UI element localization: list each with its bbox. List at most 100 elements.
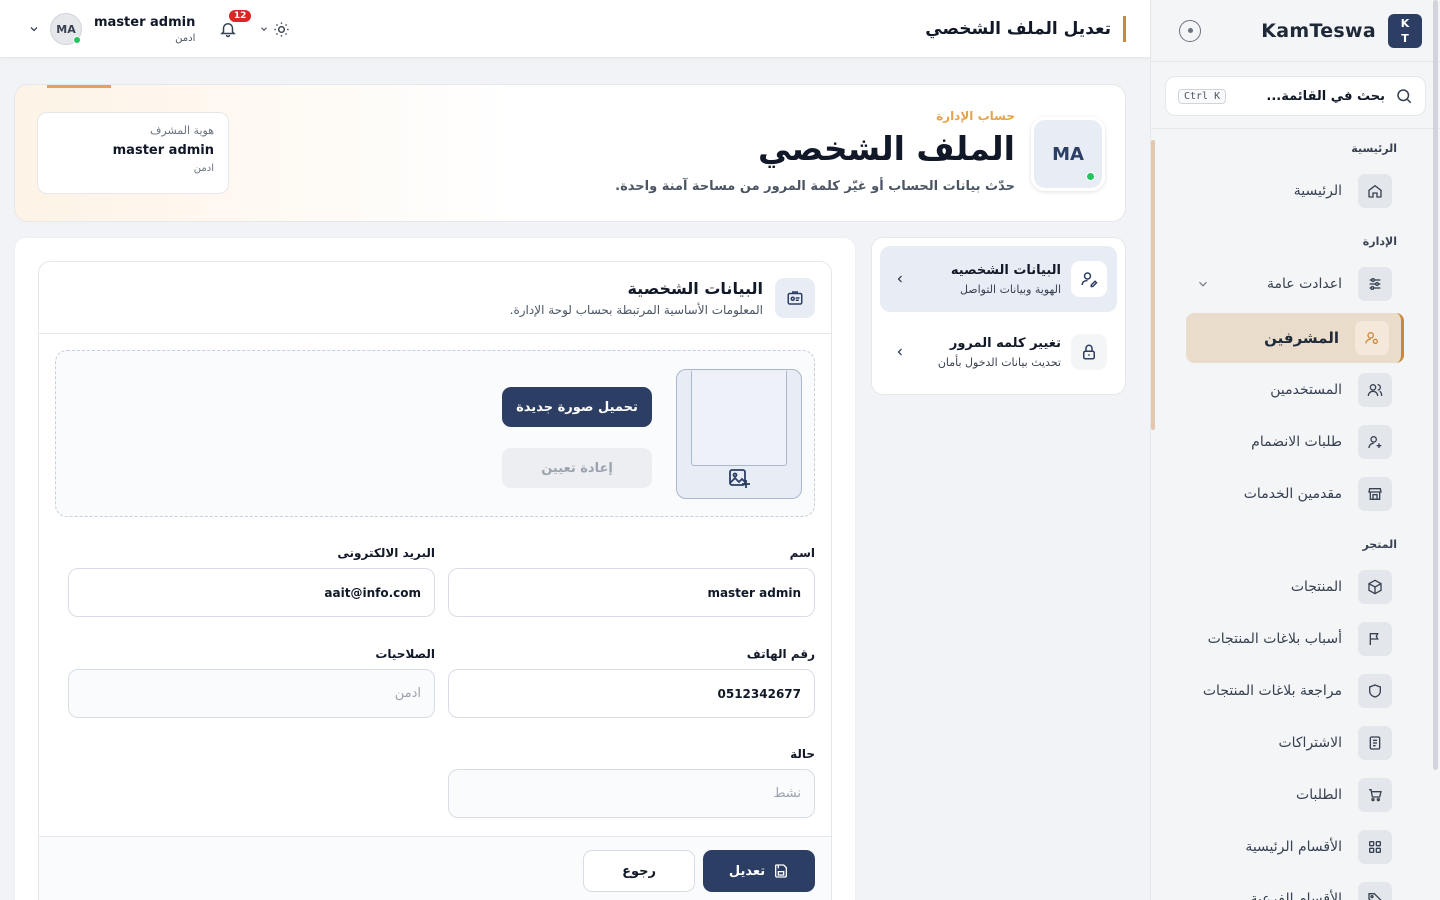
sidebar-collapse-icon[interactable] <box>1179 19 1201 42</box>
shield-icon <box>1358 674 1392 708</box>
sidebar-item-home[interactable]: الرئيسية <box>1186 167 1404 215</box>
field-label: حالة <box>790 747 815 761</box>
brand-logo[interactable]: K T <box>1388 13 1422 48</box>
sidebar-item-label: اعدادت عامة <box>1267 276 1342 292</box>
chevron-down-icon[interactable] <box>1196 277 1210 291</box>
user-avatar[interactable]: MA <box>50 13 82 45</box>
personal-data-form: البيانات الشخصية المعلومات الأساسية المر… <box>38 261 832 900</box>
save-button-label: تعديل <box>728 863 766 879</box>
user-role: ادمن <box>175 32 196 44</box>
id-card-icon <box>775 277 815 318</box>
search-icon <box>1397 89 1412 104</box>
sidebar-item-orders[interactable]: الطلبات <box>1186 771 1404 819</box>
sidebar-header: K T KamTeswa <box>1151 0 1440 62</box>
sidebar-item-report-reasons[interactable]: أسباب بلاغات المنتجات <box>1186 615 1404 663</box>
brand-name: KamTeswa <box>1261 19 1376 42</box>
box-icon <box>1358 570 1392 604</box>
search-input[interactable]: بحث في القائمة... <box>1266 89 1385 104</box>
sidebar-item-general-settings[interactable]: اعدادت عامة <box>1186 260 1404 308</box>
users-icon <box>1358 373 1392 407</box>
sidebar-item-label: الرئيسية <box>1293 183 1342 199</box>
sidebar-search[interactable]: بحث في القائمة... Ctrl K <box>1165 76 1426 116</box>
sidebar-item-label: مقدمين الخدمات <box>1243 486 1342 502</box>
brand-logo-line2: T <box>1401 31 1409 45</box>
supervisor-id-card: هوية المشرف master admin ادمن <box>37 112 229 194</box>
sidebar-item-label: مراجعة بلاغات المنتجات <box>1202 683 1342 699</box>
avatar-upload-area: تحميل صورة جديدة إعادة تعيين <box>55 350 815 517</box>
avatar-preview-frame <box>691 371 787 466</box>
email-field: البريد الالكترونى aait@info.com <box>68 546 435 617</box>
lock-icon <box>1071 334 1107 370</box>
theme-toggle[interactable] <box>259 21 290 38</box>
section-title-admin: الإدارة <box>1362 235 1397 248</box>
bell-icon <box>220 23 237 38</box>
tab-change-password[interactable]: تغيير كلمه المرور تحديث بيانات الدخول بأ… <box>880 319 1117 385</box>
avatar-preview[interactable] <box>676 369 802 499</box>
tab-personal-data[interactable]: البيانات الشخصيه الهوية وبيانات التواصل <box>880 246 1117 312</box>
sidebar-item-label: الطلبات <box>1296 787 1342 803</box>
brand-logo-line1: K <box>1400 16 1410 30</box>
email-input[interactable]: aait@info.com <box>68 568 435 617</box>
save-button[interactable]: تعديل <box>703 850 815 892</box>
tab-title: البيانات الشخصيه <box>950 262 1061 278</box>
phone-field: رقم الهاتف 0512342677 <box>448 647 815 718</box>
reset-photo-button[interactable]: إعادة تعيين <box>502 448 652 488</box>
sidebar-item-join-requests[interactable]: طلبات الانضمام <box>1186 418 1404 466</box>
store-icon <box>1358 477 1392 511</box>
flag-icon <box>1358 622 1392 656</box>
back-button[interactable]: رجوع <box>583 850 695 892</box>
status-field: حالة نشط <box>448 747 815 818</box>
page-scrollbar[interactable] <box>1433 0 1438 770</box>
search-shortcut: Ctrl K <box>1178 88 1227 104</box>
notifications-badge: 12 <box>228 10 252 22</box>
permissions-field: الصلاحيات ادمن <box>68 647 435 718</box>
topbar: تعديل الملف الشخصي MA master admin ادمن … <box>0 0 1150 58</box>
sidebar-scrollbar[interactable] <box>1151 140 1155 430</box>
grid-icon <box>1358 830 1392 864</box>
user-menu[interactable]: master admin ادمن <box>94 15 195 44</box>
sidebar-item-supervisors[interactable]: المشرفين <box>1186 313 1404 363</box>
tab-subtitle: تحديث بيانات الدخول بأمان <box>937 355 1061 369</box>
sidebar-item-service-providers[interactable]: مقدمين الخدمات <box>1186 470 1404 518</box>
hero-accent-bar <box>47 85 111 88</box>
sidebar-item-report-review[interactable]: مراجعة بلاغات المنتجات <box>1186 667 1404 715</box>
upload-photo-button[interactable]: تحميل صورة جديدة <box>502 387 652 427</box>
form-subtitle: المعلومات الأساسية المرتبطة بحساب لوحة ا… <box>509 302 763 317</box>
field-label: الصلاحيات <box>375 647 435 661</box>
tag-icon <box>1358 882 1392 900</box>
phone-input[interactable]: 0512342677 <box>448 669 815 718</box>
id-card-label: هوية المشرف <box>150 124 214 137</box>
form-footer: تعديل رجوع <box>39 836 831 900</box>
sidebar-item-main-categories[interactable]: الأقسام الرئيسية <box>1186 823 1404 871</box>
field-label: البريد الالكترونى <box>337 546 435 560</box>
user-edit-icon <box>1071 261 1107 297</box>
tab-subtitle: الهوية وبيانات التواصل <box>959 282 1061 296</box>
profile-avatar: MA <box>1031 117 1105 191</box>
home-icon <box>1358 174 1392 208</box>
user-name: master admin <box>94 14 196 30</box>
notifications-button[interactable]: 12 <box>219 10 252 38</box>
sidebar-item-subscriptions[interactable]: الاشتراكات <box>1186 719 1404 767</box>
tab-title: تغيير كلمه المرور <box>949 335 1061 351</box>
sidebar-item-users[interactable]: المستخدمين <box>1186 366 1404 414</box>
sun-icon <box>274 21 289 37</box>
id-card-name: master admin <box>112 143 214 158</box>
online-indicator <box>73 36 81 44</box>
sidebar-item-label: المشرفين <box>1264 329 1339 347</box>
user-icon <box>1355 321 1389 355</box>
form-title: البيانات الشخصية <box>627 278 763 298</box>
user-plus-icon <box>1358 425 1392 459</box>
sidebar-divider <box>1151 128 1440 129</box>
sidebar-item-label: المنتجات <box>1290 579 1342 595</box>
field-label: رقم الهاتف <box>746 647 815 661</box>
name-input[interactable]: master admin <box>448 568 815 617</box>
profile-hero: MA حساب الإدارة الملف الشخصي حدّث بيانات… <box>14 84 1126 222</box>
avatar-initials: MA <box>1052 143 1084 165</box>
field-label: اسم <box>789 546 815 560</box>
sidebar-item-label: طلبات الانضمام <box>1251 434 1342 450</box>
topbar-actions: MA master admin ادمن 12 <box>28 10 290 48</box>
chevron-down-icon[interactable] <box>28 23 40 35</box>
image-plus-icon <box>729 469 750 488</box>
sidebar-item-products[interactable]: المنتجات <box>1186 563 1404 611</box>
sidebar-item-sub-categories[interactable]: الأقسام الفرعية <box>1186 875 1404 900</box>
